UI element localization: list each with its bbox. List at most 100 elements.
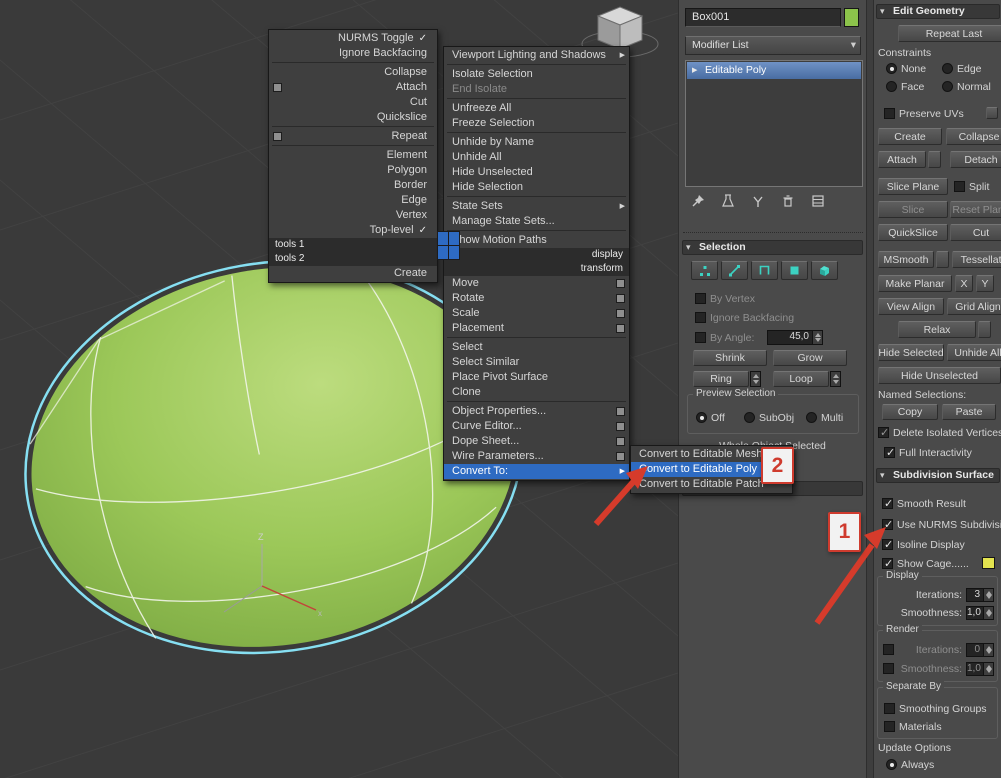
settings-box-icon[interactable] xyxy=(616,407,625,416)
slice-plane-button[interactable]: Slice Plane xyxy=(878,178,948,195)
subdivision-surface-rollout-header[interactable]: Subdivision Surface xyxy=(876,468,1000,483)
settings-box-icon[interactable] xyxy=(616,309,625,318)
menu-item-place-pivot-surface[interactable]: Place Pivot Surface xyxy=(444,370,629,385)
smooth-result-checkbox[interactable]: Smooth Result xyxy=(882,497,966,510)
smoothing-groups-checkbox[interactable]: Smoothing Groups xyxy=(884,702,987,715)
menu-item-state-sets[interactable]: State Sets xyxy=(444,199,629,214)
edge-mode-button[interactable] xyxy=(721,261,748,280)
menu-item-hide-unselected[interactable]: Hide Unselected xyxy=(444,165,629,180)
quad-header-transform[interactable]: transform xyxy=(444,262,629,276)
materials-checkbox[interactable]: Materials xyxy=(884,720,942,733)
display-iterations-field[interactable]: 3 xyxy=(966,588,994,602)
remove-modifier-icon[interactable] xyxy=(777,192,799,210)
ignore-backfacing-checkbox[interactable]: Ignore Backfacing xyxy=(695,311,794,324)
object-name-field[interactable]: Box001 xyxy=(685,8,841,27)
repeat-last-button[interactable]: Repeat Last xyxy=(898,25,1001,42)
settings-box-icon[interactable] xyxy=(616,437,625,446)
create-button[interactable]: Create xyxy=(878,128,942,145)
menu-item-edge[interactable]: Edge xyxy=(269,193,437,208)
settings-box-icon[interactable] xyxy=(616,279,625,288)
menu-item-unhide-all[interactable]: Unhide All xyxy=(444,150,629,165)
menu-item-create[interactable]: Create xyxy=(269,266,437,281)
preview-off-radio[interactable]: Off xyxy=(696,411,725,424)
render-iterations-checkbox[interactable] xyxy=(883,643,894,656)
hide-selected-button[interactable]: Hide Selected xyxy=(878,344,944,361)
stack-row-editable-poly[interactable]: Editable Poly xyxy=(687,62,861,79)
menu-item-attach[interactable]: Attach xyxy=(269,80,437,95)
settings-box-icon[interactable] xyxy=(616,422,625,431)
constraint-normal-radio[interactable]: Normal xyxy=(942,80,991,93)
menu-item-object-properties[interactable]: Object Properties... xyxy=(444,404,629,419)
menu-item-wire-parameters[interactable]: Wire Parameters... xyxy=(444,449,629,464)
constraint-none-radio[interactable]: None xyxy=(886,62,926,75)
msmooth-button[interactable]: MSmooth xyxy=(878,251,934,268)
shrink-button[interactable]: Shrink xyxy=(693,350,767,366)
menu-item-vertex[interactable]: Vertex xyxy=(269,208,437,223)
spinner-icon[interactable] xyxy=(983,607,993,619)
settings-box-icon[interactable] xyxy=(616,294,625,303)
collapse-button[interactable]: Collapse xyxy=(946,128,1001,145)
attach-button[interactable]: Attach xyxy=(878,151,926,168)
attach-settings-button[interactable] xyxy=(928,151,941,168)
show-end-result-icon[interactable] xyxy=(717,192,739,210)
panel-scrollbar[interactable] xyxy=(866,0,874,778)
menu-item-viewport-lighting[interactable]: Viewport Lighting and Shadows xyxy=(444,48,629,63)
update-always-radio[interactable]: Always xyxy=(886,758,934,771)
menu-item-isolate-selection[interactable]: Isolate Selection xyxy=(444,67,629,82)
menu-item-cut[interactable]: Cut xyxy=(269,95,437,110)
display-smoothness-field[interactable]: 1,0 xyxy=(966,606,994,620)
ring-spinner[interactable] xyxy=(750,371,761,387)
make-planar-button[interactable]: Make Planar xyxy=(878,275,952,292)
menu-item-select-similar[interactable]: Select Similar xyxy=(444,355,629,370)
unhide-all-button[interactable]: Unhide All xyxy=(947,344,1001,361)
render-smoothness-checkbox[interactable] xyxy=(883,662,894,675)
menu-item-nurms-toggle[interactable]: NURMS Toggle xyxy=(269,31,437,46)
full-interactivity-checkbox[interactable]: Full Interactivity xyxy=(884,446,972,459)
cut-button[interactable]: Cut xyxy=(950,224,1001,241)
element-mode-button[interactable] xyxy=(811,261,838,280)
menu-item-quickslice[interactable]: Quickslice xyxy=(269,110,437,125)
menu-item-unfreeze-all[interactable]: Unfreeze All xyxy=(444,101,629,116)
polygon-mode-button[interactable] xyxy=(781,261,808,280)
grid-align-button[interactable]: Grid Align xyxy=(947,298,1001,315)
loop-spinner[interactable] xyxy=(830,371,841,387)
menu-item-rotate[interactable]: Rotate xyxy=(444,291,629,306)
detach-button[interactable]: Detach xyxy=(950,151,1001,168)
menu-item-show-motion-paths[interactable]: Show Motion Paths xyxy=(444,233,629,248)
quad-menu-center[interactable] xyxy=(437,231,460,260)
paste-button[interactable]: Paste xyxy=(942,404,996,420)
settings-box-icon[interactable] xyxy=(616,324,625,333)
menu-item-placement[interactable]: Placement xyxy=(444,321,629,336)
selection-rollout-header[interactable]: Selection xyxy=(682,240,863,255)
menu-item-hide-selection[interactable]: Hide Selection xyxy=(444,180,629,195)
menu-item-curve-editor[interactable]: Curve Editor... xyxy=(444,419,629,434)
preserve-uvs-checkbox[interactable]: Preserve UVs xyxy=(884,107,964,120)
ring-button[interactable]: Ring xyxy=(693,371,749,387)
configure-modifier-sets-icon[interactable] xyxy=(807,192,829,210)
split-checkbox[interactable]: Split xyxy=(954,180,989,193)
menu-item-dope-sheet[interactable]: Dope Sheet... xyxy=(444,434,629,449)
relax-button[interactable]: Relax xyxy=(898,321,976,338)
settings-box-icon[interactable] xyxy=(616,452,625,461)
constraint-edge-radio[interactable]: Edge xyxy=(942,62,982,75)
relax-settings-button[interactable] xyxy=(978,321,991,338)
pin-stack-icon[interactable] xyxy=(687,192,709,210)
menu-item-unhide-by-name[interactable]: Unhide by Name xyxy=(444,135,629,150)
menu-item-repeat[interactable]: Repeat xyxy=(269,129,437,144)
menu-item-border[interactable]: Border xyxy=(269,178,437,193)
preserve-uvs-settings-button[interactable] xyxy=(986,107,998,119)
settings-box-icon[interactable] xyxy=(273,83,282,92)
menu-item-scale[interactable]: Scale xyxy=(444,306,629,321)
menu-item-clone[interactable]: Clone xyxy=(444,385,629,400)
menu-item-element[interactable]: Element xyxy=(269,148,437,163)
menu-item-collapse[interactable]: Collapse xyxy=(269,65,437,80)
by-angle-value[interactable]: 45,0 xyxy=(767,330,823,345)
tessellate-button[interactable]: Tessellate xyxy=(952,251,1001,268)
msmooth-settings-button[interactable] xyxy=(936,251,949,268)
isoline-display-checkbox[interactable]: Isoline Display xyxy=(882,538,965,551)
make-planar-x-button[interactable]: X xyxy=(955,275,973,292)
menu-item-move[interactable]: Move xyxy=(444,276,629,291)
use-nurms-subdivision-checkbox[interactable]: Use NURMS Subdivision xyxy=(882,518,1001,531)
quad-header-tools1[interactable]: tools 1 xyxy=(269,238,437,252)
menu-item-select[interactable]: Select xyxy=(444,340,629,355)
